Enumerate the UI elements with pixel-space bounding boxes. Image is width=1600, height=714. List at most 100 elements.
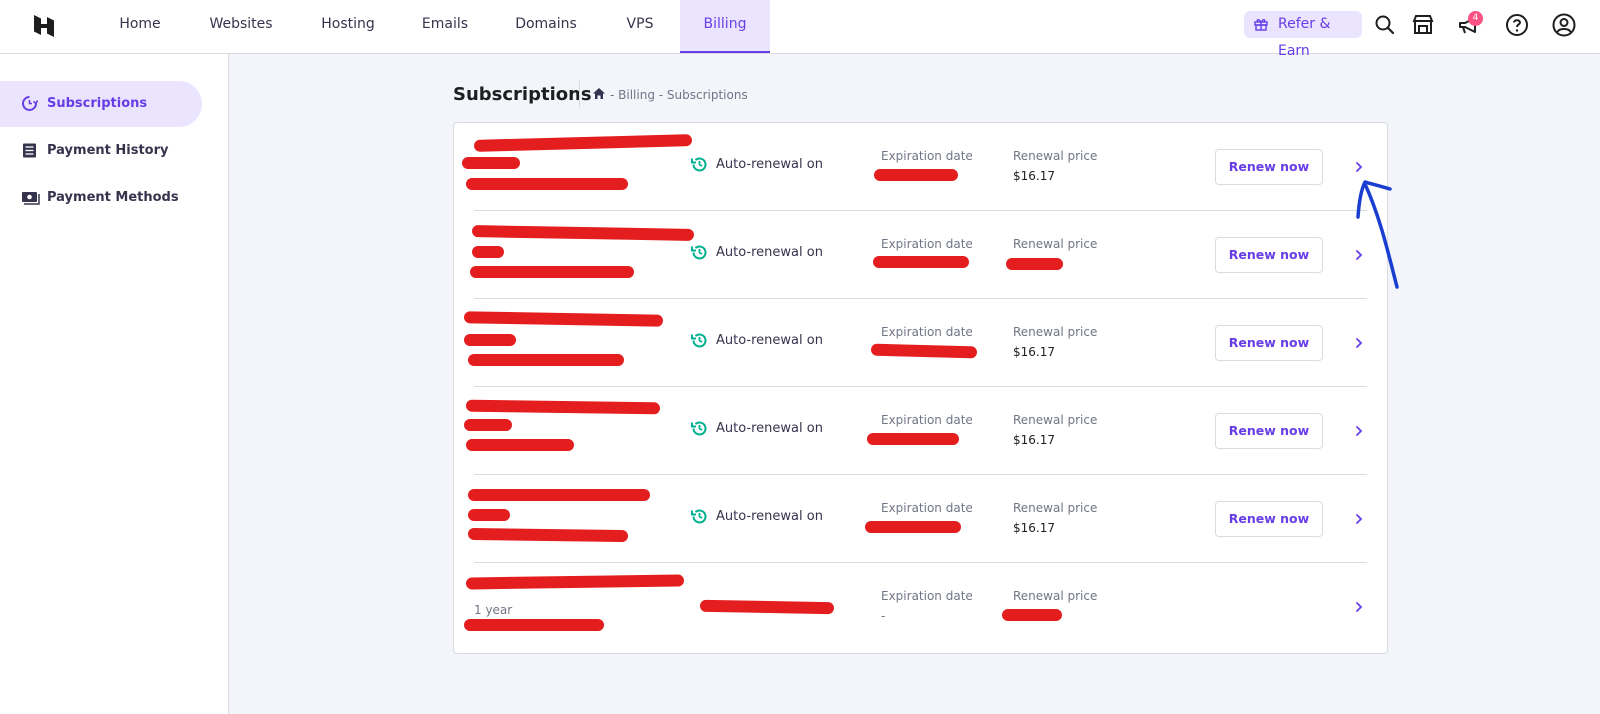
sidebar-item-payment-methods[interactable]: Payment Methods <box>0 175 202 221</box>
redacted-detail <box>466 439 574 451</box>
auto-renewal-icon <box>691 157 707 172</box>
renewal-price-value: $16.17 <box>1013 433 1055 447</box>
redacted-name <box>463 311 664 327</box>
sidebar-item-payment-history[interactable]: Payment History <box>0 128 202 174</box>
hostinger-logo-icon[interactable] <box>30 12 58 40</box>
plan-period: 1 year <box>474 603 513 617</box>
sidebar-item-label: Payment Methods <box>47 190 179 205</box>
renewal-price-label: Renewal price <box>1013 325 1098 339</box>
redacted-detail <box>464 419 512 431</box>
subscription-row[interactable]: Auto-renewal on Expiration date Renewal … <box>454 123 1387 211</box>
redacted-renewal-price <box>1002 609 1062 621</box>
renew-now-button[interactable]: Renew now <box>1215 413 1323 449</box>
payment-history-icon <box>23 143 36 158</box>
subscriptions-icon <box>22 96 38 111</box>
redacted-detail <box>467 527 629 543</box>
redacted-detail <box>466 178 628 190</box>
subscription-row[interactable]: Auto-renewal on Expiration date Renewal … <box>454 387 1387 475</box>
renewal-price-label: Renewal price <box>1013 149 1098 163</box>
subscription-row[interactable]: Auto-renewal on Expiration date Renewal … <box>454 211 1387 299</box>
auto-renewal-status: Auto-renewal on <box>691 421 823 436</box>
top-navigation-bar: Home Websites Hosting Emails Domains VPS… <box>0 0 1600 59</box>
renewal-price-label: Renewal price <box>1013 237 1098 251</box>
page-title: Subscriptions <box>453 84 592 105</box>
redacted-detail <box>472 246 504 258</box>
nav-emails[interactable]: Emails <box>410 0 480 53</box>
nav-domains[interactable]: Domains <box>508 0 584 53</box>
refer-earn-button[interactable]: Refer & Earn <box>1244 11 1362 59</box>
subscriptions-list: Auto-renewal on Expiration date Renewal … <box>453 122 1388 654</box>
renew-now-button[interactable]: Renew now <box>1215 237 1323 273</box>
expiration-label: Expiration date <box>881 413 973 427</box>
help-icon[interactable] <box>1504 12 1530 38</box>
renew-now-button[interactable]: Renew now <box>1215 325 1323 361</box>
renewal-price-label: Renewal price <box>1013 589 1098 603</box>
auto-renewal-icon <box>691 421 707 436</box>
search-icon[interactable] <box>1372 12 1398 38</box>
expiration-label: Expiration date <box>881 149 973 163</box>
redacted-detail <box>464 334 516 346</box>
redacted-detail <box>470 266 634 278</box>
auto-renewal-status: Auto-renewal on <box>691 333 823 348</box>
redacted-detail <box>462 157 520 169</box>
redacted-expiration <box>865 521 961 533</box>
auto-renewal-status: Auto-renewal on <box>691 245 823 260</box>
sidebar-item-label: Subscriptions <box>47 96 148 111</box>
subscription-row[interactable]: Auto-renewal on Expiration date Renewal … <box>454 299 1387 387</box>
payment-methods-icon <box>22 192 40 205</box>
redacted-expiration <box>874 169 958 181</box>
sidebar-item-subscriptions[interactable]: Subscriptions <box>0 81 202 127</box>
auto-renewal-label: Auto-renewal on <box>716 421 823 436</box>
nav-home[interactable]: Home <box>104 0 176 53</box>
redacted-detail <box>464 619 604 631</box>
renewal-price-value: $16.17 <box>1013 521 1055 535</box>
renew-now-button[interactable]: Renew now <box>1215 149 1323 185</box>
nav-vps[interactable]: VPS <box>612 0 668 53</box>
chevron-right-icon[interactable] <box>1352 424 1366 438</box>
expiration-label: Expiration date <box>881 501 973 515</box>
redacted-name <box>465 574 685 590</box>
expiration-label: Expiration date <box>881 325 973 339</box>
auto-renewal-icon <box>691 245 707 260</box>
sidebar-item-label: Payment History <box>47 143 169 158</box>
chevron-right-icon[interactable] <box>1352 600 1366 614</box>
redacted-detail <box>468 509 510 521</box>
annotation-arrow-icon <box>1356 180 1399 289</box>
redacted-expiration <box>867 433 959 445</box>
redacted-expiration <box>873 256 969 268</box>
account-icon[interactable] <box>1551 12 1577 38</box>
redacted-status <box>699 599 835 615</box>
renew-now-button[interactable]: Renew now <box>1215 501 1323 537</box>
chevron-right-icon[interactable] <box>1352 512 1366 526</box>
redacted-name <box>473 134 693 152</box>
redacted-name <box>471 225 695 241</box>
expiration-label: Expiration date <box>881 589 973 603</box>
renewal-price-value: $16.17 <box>1013 169 1055 183</box>
expiration-value: - <box>881 609 886 623</box>
auto-renewal-icon <box>691 333 707 348</box>
subscription-row[interactable]: Auto-renewal on Expiration date Renewal … <box>454 475 1387 563</box>
redacted-detail <box>468 354 624 366</box>
redacted-expiration <box>870 343 978 359</box>
chevron-right-icon[interactable] <box>1352 336 1366 350</box>
nav-websites[interactable]: Websites <box>196 0 286 53</box>
nav-billing[interactable]: Billing <box>680 0 770 53</box>
store-icon[interactable] <box>1410 12 1436 38</box>
auto-renewal-status: Auto-renewal on <box>691 509 823 524</box>
auto-renewal-label: Auto-renewal on <box>716 245 823 260</box>
home-icon[interactable] <box>592 87 606 100</box>
renewal-price-label: Renewal price <box>1013 413 1098 427</box>
redacted-renewal-price <box>1006 258 1063 270</box>
notification-badge: 4 <box>1468 11 1483 26</box>
expiration-label: Expiration date <box>881 237 973 251</box>
auto-renewal-label: Auto-renewal on <box>716 509 823 524</box>
title-divider <box>579 80 580 108</box>
renewal-price-label: Renewal price <box>1013 501 1098 515</box>
auto-renewal-label: Auto-renewal on <box>716 157 823 172</box>
nav-hosting[interactable]: Hosting <box>310 0 386 53</box>
renewal-price-value: $16.17 <box>1013 345 1055 359</box>
sidebar: Subscriptions Payment History Payment Me… <box>0 54 229 714</box>
redacted-name <box>465 399 661 415</box>
subscription-row[interactable]: 1 year Expiration date - Renewal price <box>454 563 1387 651</box>
auto-renewal-icon <box>691 509 707 524</box>
